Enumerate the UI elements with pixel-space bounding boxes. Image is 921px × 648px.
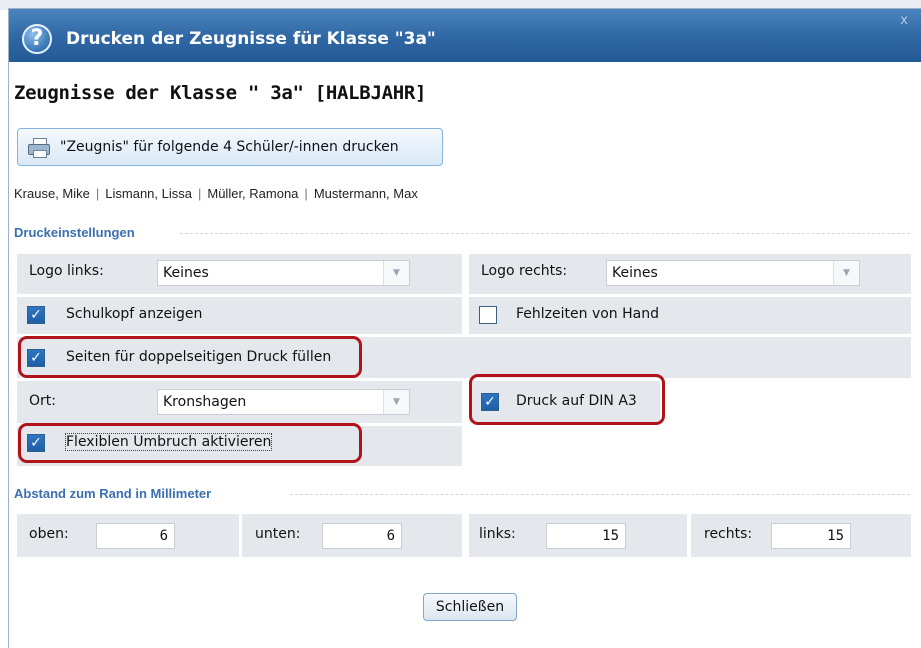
student-separator: |: [304, 186, 308, 201]
margin-right-label: rechts:: [704, 526, 753, 542]
logo-left-label: Logo links:: [29, 263, 104, 279]
highlight-box: [469, 374, 665, 425]
dialog-titlebar[interactable]: ? Drucken der Zeugnisse für Klasse "3a" …: [9, 9, 921, 62]
margin-top-input[interactable]: 6: [96, 523, 175, 549]
printer-icon: [28, 138, 50, 158]
highlight-box: [18, 423, 362, 463]
dialog-title: Drucken der Zeugnisse für Klasse "3a": [66, 29, 436, 49]
place-select[interactable]: Kronshagen ▼: [157, 389, 410, 415]
student-name: Krause, Mike: [14, 186, 90, 201]
student-separator: |: [95, 186, 100, 201]
place-label: Ort:: [29, 393, 56, 409]
logo-right-select[interactable]: Keines ▼: [606, 260, 860, 286]
margin-right-input[interactable]: 15: [771, 523, 851, 549]
margin-bottom-input[interactable]: 6: [322, 523, 402, 549]
close-button[interactable]: Schließen: [423, 593, 517, 621]
logo-right-label: Logo rechts:: [481, 263, 568, 279]
section-divider: [290, 494, 910, 495]
student-list: Krause, Mike | Lismann, Lissa | Müller, Ramo…: [14, 186, 418, 201]
margin-left-input[interactable]: 15: [546, 523, 626, 549]
print-settings-label: Druckeinstellungen: [14, 225, 135, 240]
margins-label: Abstand zum Rand in Millimeter: [14, 486, 212, 501]
close-icon[interactable]: x: [900, 13, 908, 28]
logo-left-value: Keines: [163, 265, 209, 281]
school-header-checkbox[interactable]: ✓: [27, 306, 45, 324]
chevron-down-icon[interactable]: ▼: [383, 390, 409, 414]
highlight-box: [18, 336, 362, 378]
print-certificates-button[interactable]: "Zeugnis" für folgende 4 Schüler/-innen …: [17, 128, 443, 166]
print-button-label: "Zeugnis" für folgende 4 Schüler/-innen …: [60, 139, 399, 155]
logo-right-value: Keines: [612, 265, 658, 281]
student-name: Müller, Ramona: [207, 186, 299, 201]
student-name: Mustermann, Max: [313, 186, 418, 201]
logo-left-select[interactable]: Keines ▼: [157, 260, 410, 286]
margin-bottom-label: unten:: [255, 526, 301, 542]
chevron-down-icon[interactable]: ▼: [383, 261, 409, 285]
student-name: Lismann, Lissa: [105, 186, 192, 201]
student-separator: |: [197, 186, 202, 201]
page-heading: Zeugnisse der Klasse " 3a" [HALBJAHR]: [14, 82, 427, 104]
margin-left-label: links:: [479, 526, 516, 542]
margin-top-label: oben:: [29, 526, 69, 542]
section-divider: [180, 233, 910, 234]
help-icon[interactable]: ?: [22, 24, 52, 54]
absence-manual-label: Fehlzeiten von Hand: [516, 306, 659, 322]
absence-manual-checkbox[interactable]: [479, 306, 497, 324]
place-value: Kronshagen: [163, 394, 247, 410]
chevron-down-icon[interactable]: ▼: [833, 261, 859, 285]
school-header-label: Schulkopf anzeigen: [66, 306, 203, 322]
